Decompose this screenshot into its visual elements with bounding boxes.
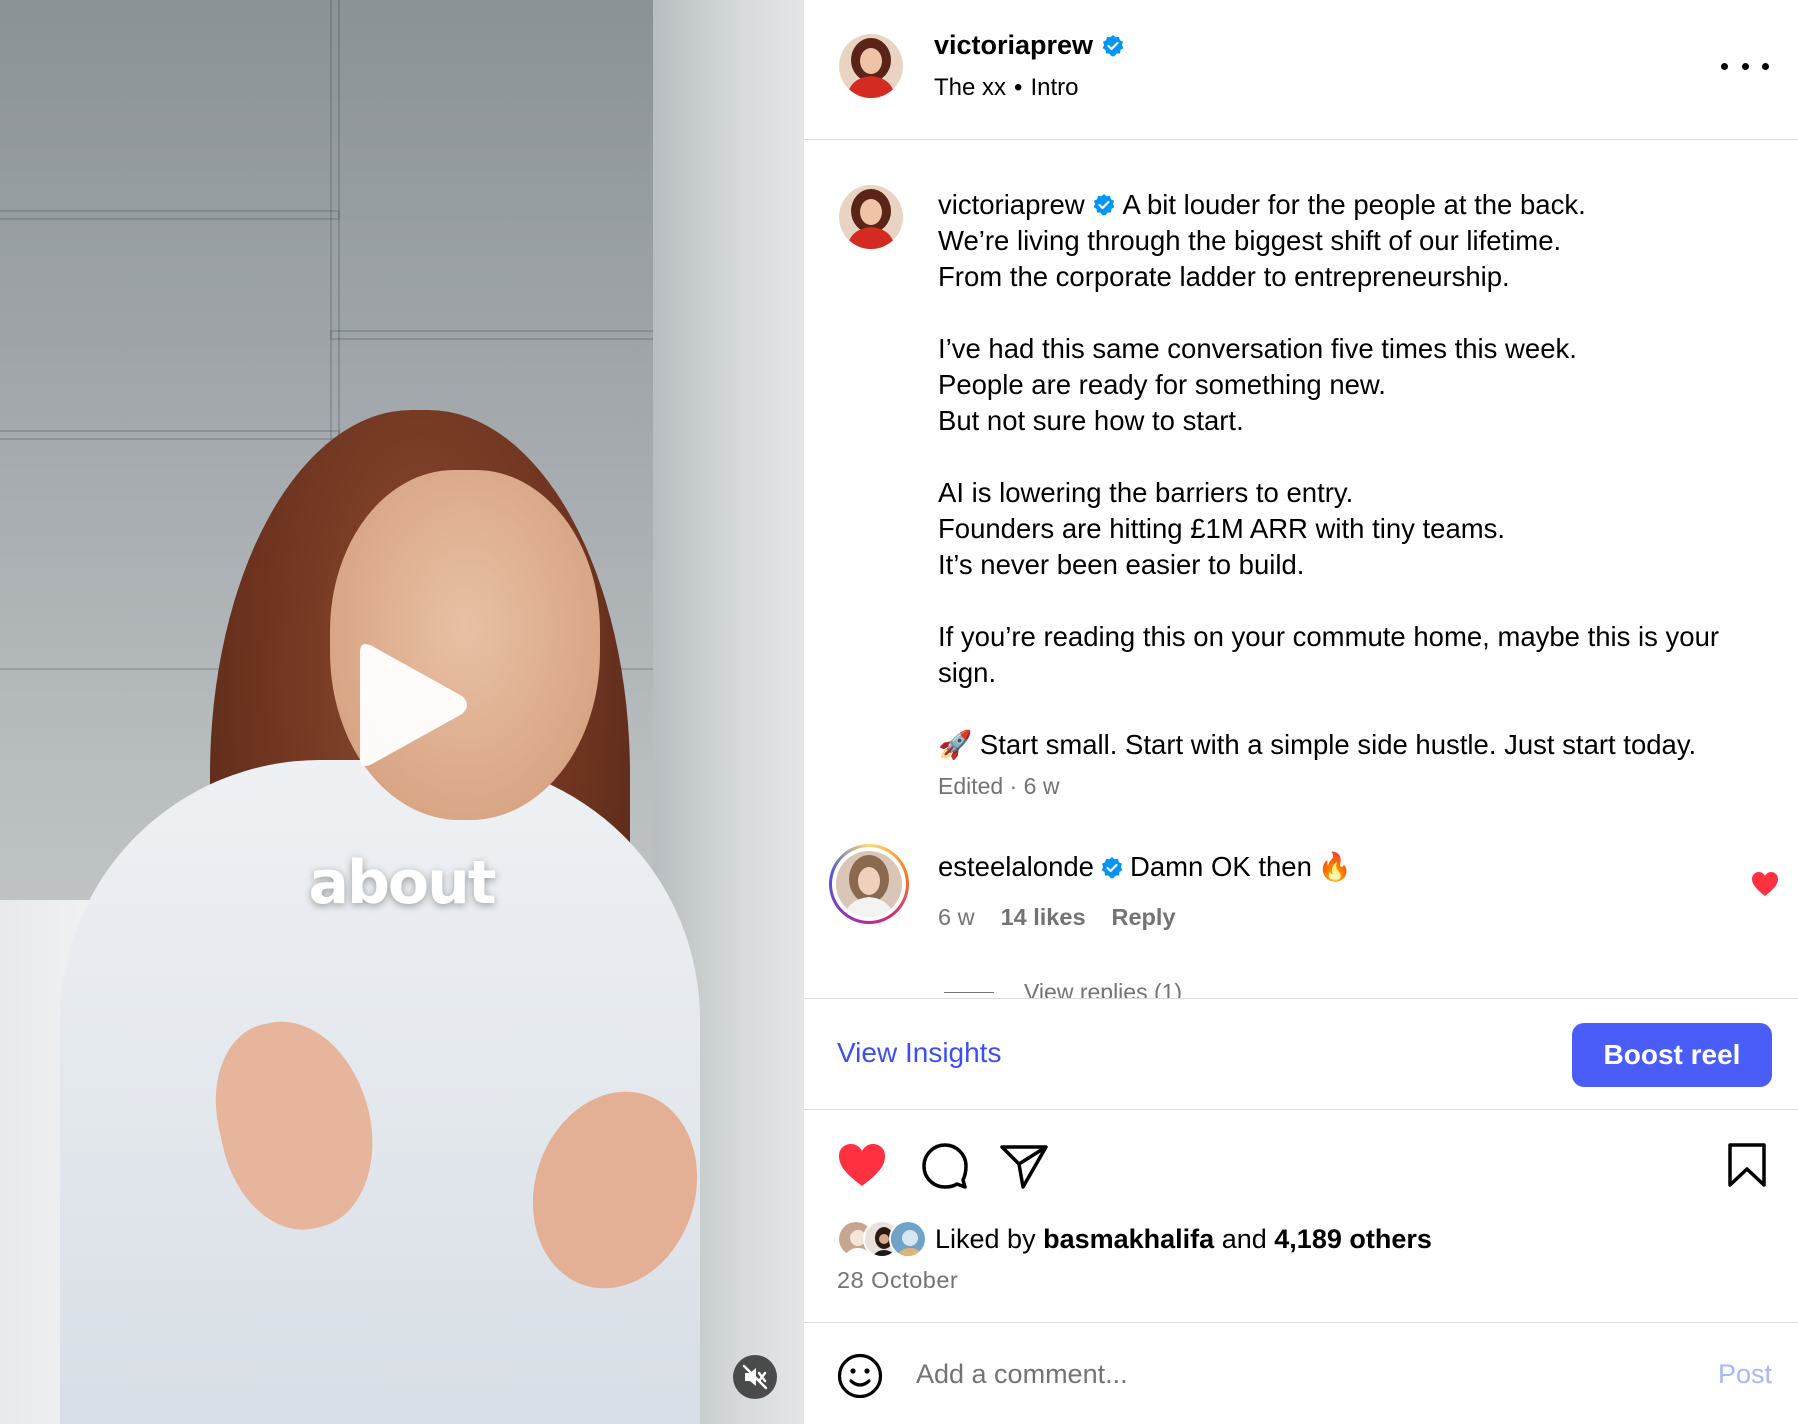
heart-icon[interactable] xyxy=(837,1142,887,1193)
add-comment-bar: Post xyxy=(804,1322,1798,1424)
action-bar: Liked by basmakhalifa and 4,189 others 2… xyxy=(804,1112,1798,1322)
comment-age: 6 w xyxy=(938,904,975,930)
fire-emoji: 🔥 xyxy=(1317,851,1353,882)
post-caption: victoriaprew A bit louder for the people… xyxy=(938,187,1778,763)
reply-button[interactable]: Reply xyxy=(1112,904,1176,931)
caption-line: A bit louder for the people at the back. xyxy=(1122,189,1586,220)
emoji-icon[interactable] xyxy=(837,1353,883,1404)
liked-by-and: and xyxy=(1221,1223,1267,1254)
avatar[interactable] xyxy=(839,185,903,249)
caption-line: AI is lowering the barriers to entry. xyxy=(938,477,1354,508)
caption-line: But not sure how to start. xyxy=(938,405,1244,436)
caption-line: 🚀 Start small. Start with a simple side … xyxy=(938,729,1697,760)
bookmark-icon[interactable] xyxy=(1727,1142,1767,1193)
caption-line: Founders are hitting £1M ARR with tiny t… xyxy=(938,513,1506,544)
comment-body: esteelalonde Damn OK then 🔥 xyxy=(938,850,1352,883)
post-button[interactable]: Post xyxy=(1718,1359,1772,1390)
comment-heart-icon[interactable] xyxy=(1751,871,1779,897)
verified-icon xyxy=(1100,855,1124,879)
view-replies-label: View replies (1) xyxy=(1024,979,1183,998)
comments-scroll-area[interactable]: victoriaprew A bit louder for the people… xyxy=(804,141,1798,998)
comment-meta: 6 w 14 likes Reply xyxy=(938,904,1176,931)
audio-artist: The xx xyxy=(934,74,1007,101)
comment-likes[interactable]: 14 likes xyxy=(1001,904,1086,931)
caption-line: I’ve had this same conversation five tim… xyxy=(938,333,1577,364)
liked-by-row[interactable]: Liked by basmakhalifa and 4,189 others xyxy=(837,1220,1432,1258)
view-replies-link[interactable]: View replies (1) xyxy=(944,979,1182,998)
caption-line: People are ready for something new. xyxy=(938,369,1386,400)
caption-line: If you’re reading this on your commute h… xyxy=(938,621,1720,688)
caption-line: We’re living through the biggest shift o… xyxy=(938,225,1562,256)
comment-text: Damn OK then xyxy=(1129,850,1312,882)
comment-username[interactable]: esteelalonde xyxy=(938,851,1094,883)
audio-separator: • xyxy=(1014,74,1023,101)
more-icon[interactable] xyxy=(1721,52,1769,80)
divider-line xyxy=(944,992,994,993)
boost-bar: View Insights Boost reel xyxy=(804,998,1798,1110)
wall-panel xyxy=(330,0,690,340)
avatar xyxy=(889,1220,927,1258)
comment-icon[interactable] xyxy=(921,1142,969,1195)
story-ring-avatar[interactable] xyxy=(829,844,909,924)
caption-meta: Edited · 6 w xyxy=(938,773,1060,799)
wall-panel xyxy=(0,210,340,440)
audio-info[interactable]: The xx • Intro xyxy=(934,74,1078,102)
play-icon[interactable] xyxy=(342,638,472,772)
video-caption-word: about xyxy=(308,848,496,918)
post-panel: victoriaprew The xx • Intro victoriaprew A… xyxy=(803,0,1798,1424)
share-icon[interactable] xyxy=(999,1142,1049,1195)
reel-video[interactable]: about xyxy=(0,0,803,1424)
liked-by-prefix: Liked by xyxy=(935,1223,1036,1254)
mute-icon[interactable] xyxy=(733,1355,777,1399)
caption-line: From the corporate ladder to entrepreneu… xyxy=(938,261,1510,292)
liker-avatars xyxy=(837,1220,927,1258)
verified-icon xyxy=(1101,34,1125,58)
wall-panel xyxy=(0,0,340,220)
caption-line: It’s never been easier to build. xyxy=(938,549,1305,580)
header-username-row: victoriaprew xyxy=(934,30,1125,61)
audio-track: Intro xyxy=(1030,74,1079,101)
caption-username[interactable]: victoriaprew xyxy=(938,189,1085,220)
avatar[interactable] xyxy=(839,34,903,98)
liked-by-user[interactable]: basmakhalifa xyxy=(1043,1224,1214,1255)
header-username[interactable]: victoriaprew xyxy=(934,30,1093,61)
comment-input[interactable] xyxy=(916,1351,1616,1397)
view-insights-link[interactable]: View Insights xyxy=(837,1037,1001,1069)
post-header: victoriaprew The xx • Intro xyxy=(804,0,1798,140)
boost-reel-button[interactable]: Boost reel xyxy=(1572,1023,1772,1087)
liked-by-others[interactable]: 4,189 others xyxy=(1274,1224,1432,1255)
verified-icon xyxy=(1092,190,1116,216)
post-date: 28 October xyxy=(837,1267,959,1293)
